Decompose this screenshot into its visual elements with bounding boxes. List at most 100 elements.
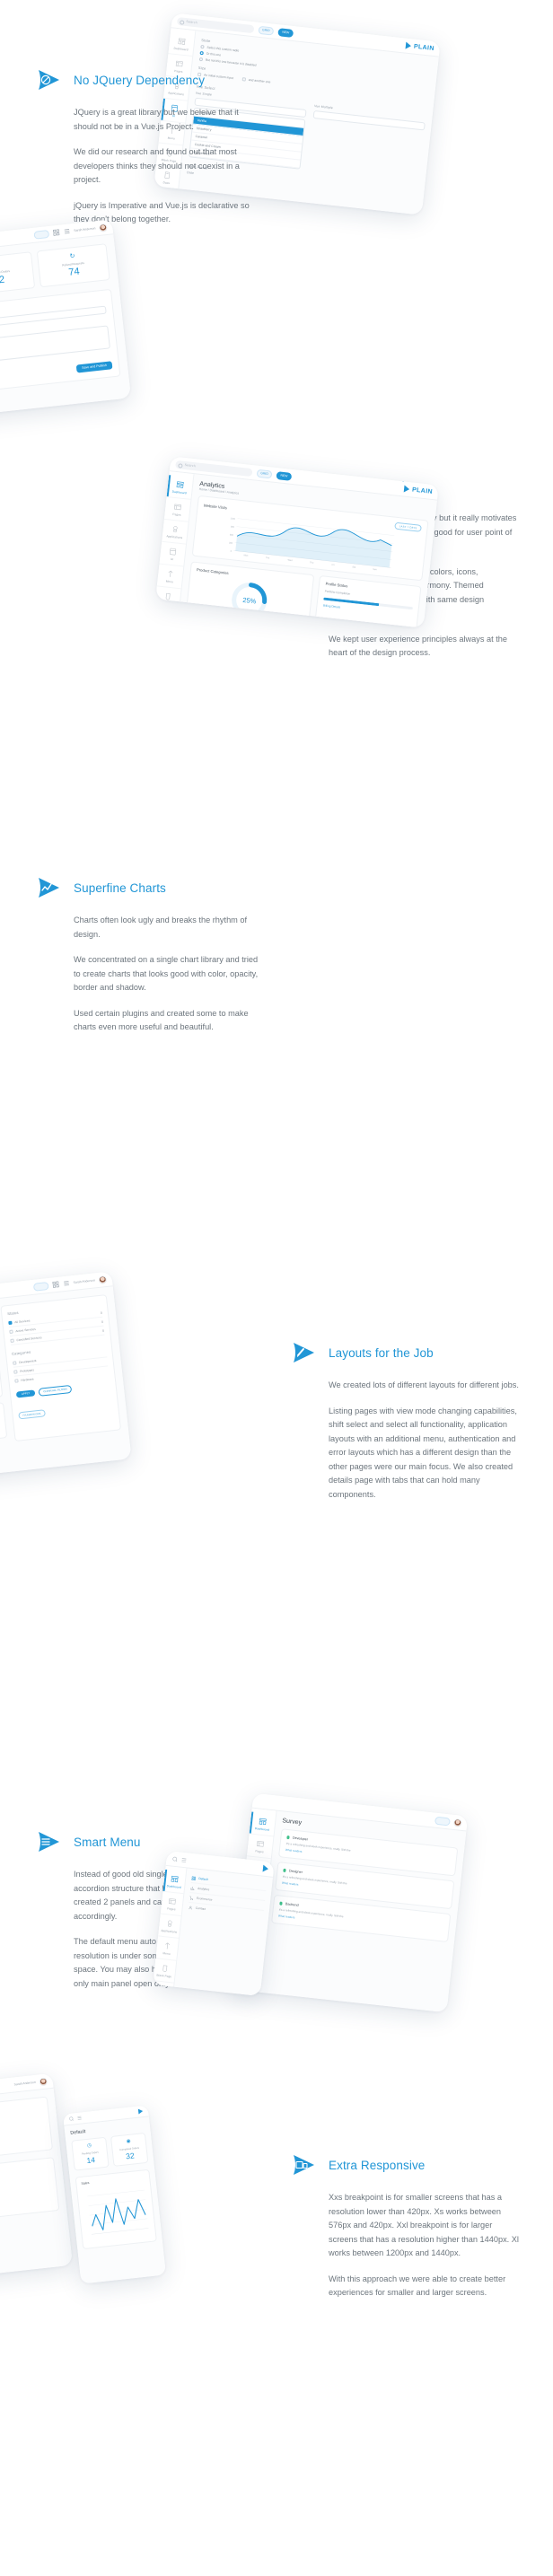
svg-text:0: 0: [230, 550, 232, 553]
feature-paragraph: JQuery is a great library but we beleive…: [74, 108, 239, 131]
svg-text:Wed: Wed: [287, 559, 293, 563]
rail-item-dashboard[interactable]: Dashboard: [162, 1869, 187, 1895]
checkbox-icon: [10, 1338, 14, 1343]
avatar[interactable]: [452, 1818, 462, 1827]
rail-item-applications[interactable]: Applications: [158, 1914, 181, 1939]
rail-label: Applications: [166, 534, 183, 540]
svg-text:Sat: Sat: [352, 566, 356, 569]
feature-paragraph: Xxs breakpoint is for smaller screens th…: [329, 2193, 519, 2257]
mock-listing-screen[interactable]: Sarah Anderson ADD NEW ACTIVE: [0, 1271, 132, 1485]
logo-triangle-icon: [262, 1864, 269, 1873]
rail-item-dashboard[interactable]: Dashboard: [166, 475, 194, 500]
mock-tablet-screen[interactable]: Sarah Anderson: [0, 2072, 74, 2285]
toggle-chip[interactable]: [434, 1816, 451, 1826]
svg-text:Sun: Sun: [373, 568, 377, 572]
feature-title: No JQuery Dependency: [74, 73, 206, 87]
pen-icon: [289, 1337, 320, 1368]
apply-button[interactable]: APPLY: [15, 1389, 36, 1398]
new-chip[interactable]: NEW: [276, 470, 293, 481]
filter-count: 0: [100, 1310, 102, 1315]
clear-filters-button[interactable]: CLEAR ALL FILTERS: [38, 1384, 73, 1397]
stat-card[interactable]: ◉ Completed Orders 32: [0, 251, 36, 296]
profile-name: Sarah Anderson: [74, 226, 96, 232]
listing-row[interactable]: ACTIVE Vue.js Component Library: [0, 1402, 8, 1450]
stat-card[interactable]: ◉ Completed Orders 32: [110, 2132, 149, 2167]
mock-dashboard-screen[interactable]: Search GRID NEW PLAIN Dashboard Pages Ap…: [155, 456, 439, 628]
applications-icon: [173, 526, 178, 533]
survey-name: Developer: [292, 1836, 309, 1842]
new-chip[interactable]: NEW: [277, 27, 294, 38]
rail-label: Dashboard: [166, 1884, 181, 1889]
feature-layouts: Layouts for the Job We created lots of d…: [289, 1337, 519, 1502]
avatar[interactable]: [98, 1275, 108, 1284]
dashboard-icon: [259, 1818, 267, 1826]
mock-stats-screen[interactable]: Sarah Anderson ◷ Pending Orders 14 ◉ Com…: [0, 219, 132, 424]
mock-menu-screen[interactable]: Dashboard Pages Applications Menu Blank …: [153, 1850, 275, 1997]
feature-paragraph: Used certain plugins and created some to…: [74, 1008, 249, 1032]
mock-phone-screen[interactable]: Default ◷ Pending Orders 14 ◉ Completed …: [63, 2105, 166, 2284]
feature-body: We created lots of different layouts for…: [289, 1379, 519, 1502]
rail-item-pages[interactable]: Pages: [246, 1834, 274, 1860]
framework-tag[interactable]: FRAMEWORK: [18, 1408, 47, 1420]
donut-value: 25%: [241, 595, 257, 606]
placeholder-card: [0, 2157, 60, 2229]
rail-item-blank-page[interactable]: Blank Page: [155, 586, 181, 612]
rail-item-dashboard[interactable]: Dashboard: [249, 1811, 276, 1837]
stat-value: 14: [85, 2154, 96, 2165]
survey-name: Designer: [288, 1869, 303, 1875]
feature-header: Extra Responsive: [289, 2150, 519, 2180]
brand-logo: PLAIN: [405, 41, 435, 52]
feature-paragraph: With this approach we were able to creat…: [329, 2274, 506, 2298]
list-view-icon[interactable]: [180, 1856, 188, 1863]
radio-icon: [198, 57, 204, 62]
brand-logo: PLAIN: [403, 485, 434, 495]
rail-item-pages[interactable]: Pages: [160, 1891, 184, 1917]
rail-item-menu[interactable]: Menu: [156, 564, 184, 590]
rail-item-applications[interactable]: Applications: [162, 519, 189, 545]
listing-row[interactable]: ACTIVE Vue.js Admin Dashboard Kit: [0, 1361, 4, 1409]
category-label: Hardware: [21, 1376, 34, 1382]
rail-item-dashboard[interactable]: Dashboard: [168, 31, 195, 57]
applications-icon: [168, 1920, 172, 1927]
logo-triangle-icon: [137, 2108, 144, 2115]
dashboard-icon: [176, 481, 184, 488]
brand-logo: [262, 1864, 269, 1873]
avatar[interactable]: [39, 2076, 48, 2086]
list-view-icon[interactable]: [76, 2115, 83, 2121]
rail-item-pages[interactable]: Pages: [163, 496, 191, 522]
rail-label: Dashboard: [254, 1827, 269, 1832]
rail-label: Pages: [255, 1849, 264, 1854]
pages-icon: [168, 1898, 176, 1905]
survey-content: Survey Developer It's a refreshing and s…: [258, 1811, 467, 2013]
toggle-chip[interactable]: [32, 229, 49, 240]
feature-title: Layouts for the Job: [329, 1345, 434, 1360]
avatar[interactable]: [98, 223, 108, 232]
rail-item-ui[interactable]: UI: [159, 541, 186, 567]
search-icon[interactable]: [68, 2116, 75, 2122]
profile-name: Sarah Anderson: [73, 1278, 96, 1284]
brand-name: PLAIN: [411, 486, 434, 495]
rail-item-menu[interactable]: Menu: [155, 1936, 179, 1961]
list-view-icon[interactable]: [63, 227, 71, 235]
grid-chip[interactable]: GRID: [256, 469, 273, 479]
stat-card[interactable]: ↻ Refund Requests 74: [36, 243, 110, 288]
list-view-icon[interactable]: [62, 1279, 70, 1287]
rail-item-blank-page[interactable]: Blank Page: [153, 1958, 177, 1984]
grid-view-icon[interactable]: [52, 229, 60, 237]
filter-count: 0: [101, 1328, 105, 1333]
tablet-content: [0, 2089, 73, 2284]
stat-card[interactable]: ◷ Pending Orders 14: [71, 2136, 110, 2171]
feature-body: JQuery is a great library but we beleive…: [34, 106, 264, 227]
grid-view-icon[interactable]: [51, 1281, 59, 1289]
feature-no-jquery: No JQuery Dependency JQuery is a great l…: [34, 65, 264, 227]
survey-name: Backend: [285, 1902, 299, 1907]
card-badge[interactable]: LAST 7 DAYS: [394, 521, 422, 533]
grid-chip[interactable]: GRID: [258, 25, 275, 36]
search-icon[interactable]: [171, 1855, 179, 1862]
save-and-publish-button[interactable]: Save and Publish: [75, 360, 113, 373]
filters-panel: Status All Services 0 Active Services 0 …: [0, 1294, 122, 1442]
toggle-chip[interactable]: [32, 1281, 49, 1292]
task-post-panel: Task Post Title Content Save and Publish: [0, 288, 121, 400]
svg-text:Mon: Mon: [243, 555, 249, 558]
stats-content: ◷ Pending Orders 14 ◉ Completed Orders 3…: [0, 234, 131, 423]
